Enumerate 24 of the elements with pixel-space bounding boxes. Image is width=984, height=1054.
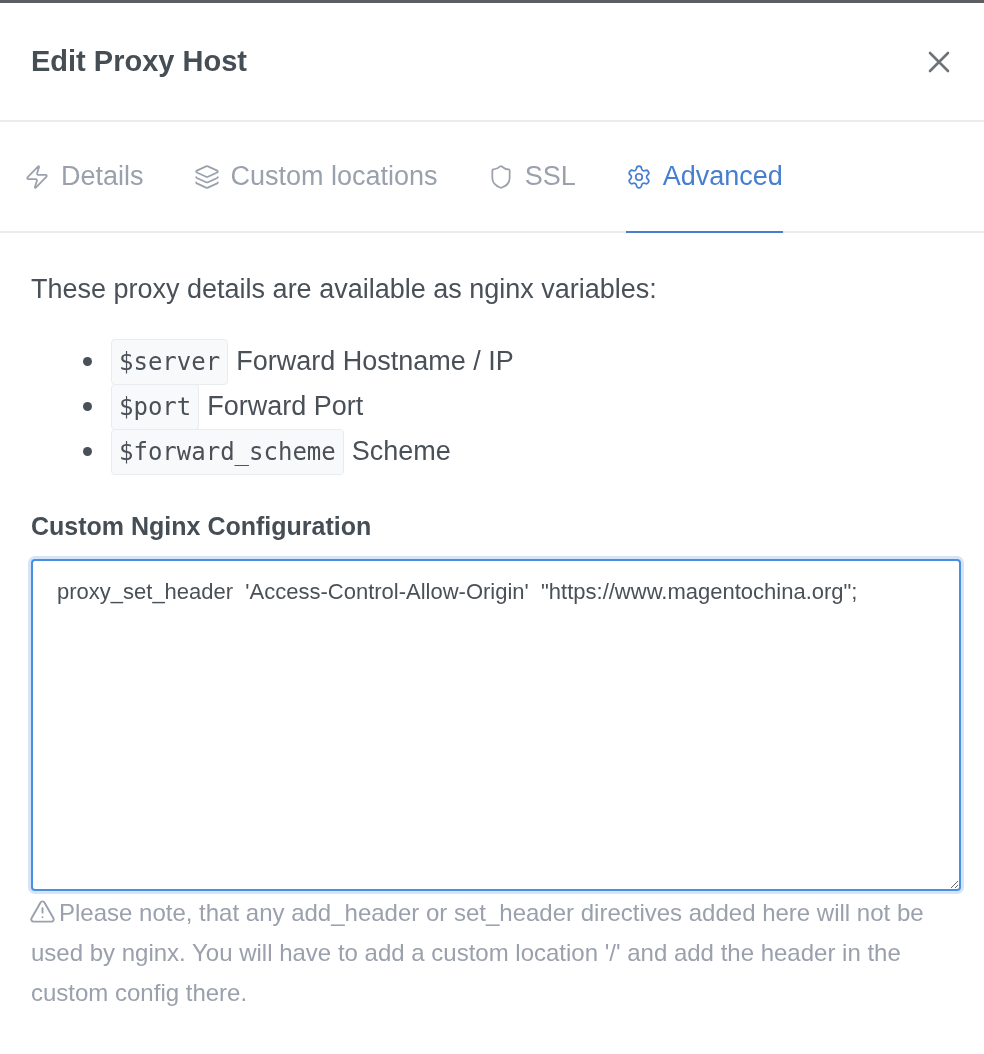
tab[interactable]: Advanced <box>625 122 783 233</box>
bullet-icon <box>83 402 92 411</box>
tab[interactable]: Custom locations <box>193 122 438 233</box>
field-label: Custom Nginx Configuration <box>31 511 373 541</box>
variable-code: $server <box>111 338 229 385</box>
variable-code: $port <box>111 383 200 430</box>
settings-icon <box>625 163 652 190</box>
close-button[interactable] <box>928 50 950 73</box>
dialog-title: Edit Proxy Host <box>31 45 247 78</box>
config-textarea[interactable]: proxy_set_header 'Access-Control-Allow-Origin' "https://www.magentochina.org"; <box>31 559 961 891</box>
intro-text: These proxy details are available as nginx variables: <box>31 273 658 306</box>
variable-description: Forward Hostname / IP <box>236 346 514 377</box>
variable-description: Scheme <box>351 436 451 467</box>
close-icon <box>928 50 950 73</box>
lightning-icon <box>24 163 50 190</box>
bullet-icon <box>83 357 92 366</box>
layers-icon <box>193 163 220 190</box>
help-note: Please note, that any add_header or set_header directives added here will not be used by nginx. You will have to add a custom location '/' and add the header in the custom config there. <box>31 897 925 1008</box>
bullet-icon <box>83 447 92 456</box>
variable-description: Forward Port <box>207 391 364 422</box>
variable-code: $forward_scheme <box>111 428 344 475</box>
tab[interactable]: Details <box>24 122 144 233</box>
warning-icon <box>29 898 56 925</box>
tab[interactable]: SSL <box>487 122 576 233</box>
